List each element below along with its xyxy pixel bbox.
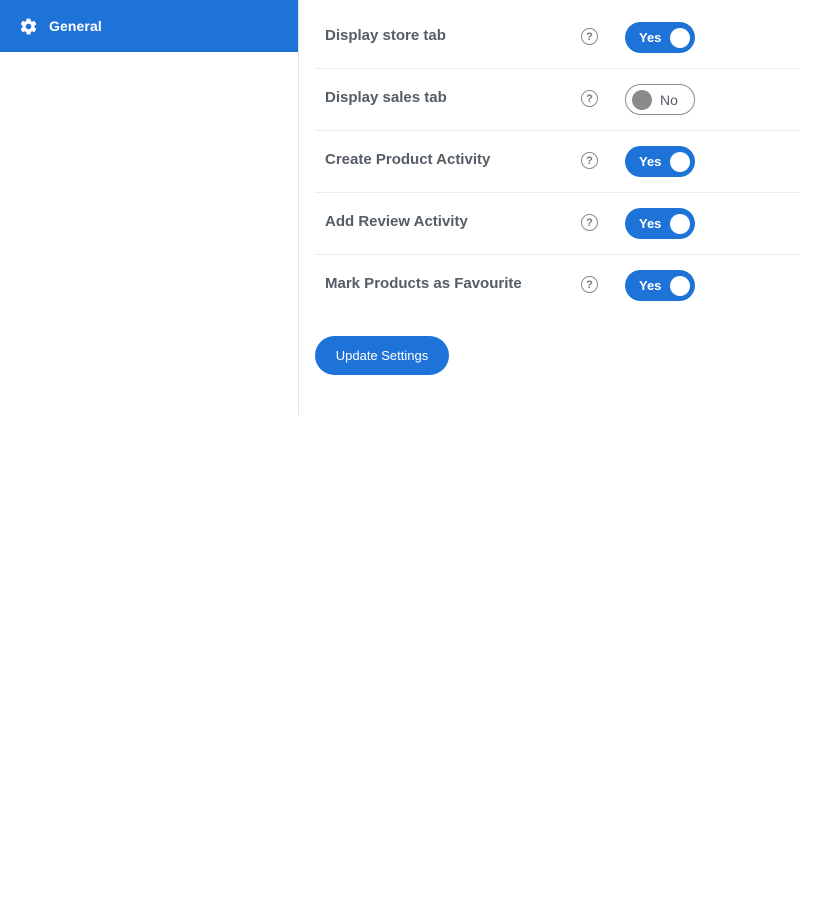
- toggle-knob: [670, 213, 690, 234]
- update-settings-button[interactable]: Update Settings: [315, 336, 449, 375]
- gear-icon: [19, 17, 38, 36]
- toggle-add-review-activity[interactable]: Yes: [625, 208, 695, 239]
- toggle-state-text: Yes: [639, 30, 662, 45]
- settings-panel: Display store tab ? Yes Display sales ta…: [315, 7, 800, 375]
- toggle-knob: [632, 90, 652, 110]
- setting-row-display-sales-tab: Display sales tab ? No: [315, 69, 800, 131]
- settings-page: General Display store tab ? Yes Display …: [0, 0, 818, 919]
- toggle-display-store-tab[interactable]: Yes: [625, 22, 695, 53]
- setting-label: Display sales tab: [325, 89, 447, 106]
- toggle-state-text: No: [660, 92, 678, 108]
- sidebar-item-general[interactable]: General: [0, 0, 298, 52]
- help-icon[interactable]: ?: [581, 152, 598, 169]
- setting-label: Display store tab: [325, 27, 446, 44]
- help-icon[interactable]: ?: [581, 28, 598, 45]
- toggle-state-text: Yes: [639, 278, 662, 293]
- toggle-create-product-activity[interactable]: Yes: [625, 146, 695, 177]
- toggle-knob: [670, 275, 690, 296]
- setting-row-mark-products-favourite: Mark Products as Favourite ? Yes: [315, 255, 800, 317]
- sidebar-item-label: General: [49, 18, 102, 34]
- setting-row-create-product-activity: Create Product Activity ? Yes: [315, 131, 800, 193]
- toggle-knob: [670, 27, 690, 48]
- help-icon[interactable]: ?: [581, 276, 598, 293]
- help-icon[interactable]: ?: [581, 90, 598, 107]
- setting-row-add-review-activity: Add Review Activity ? Yes: [315, 193, 800, 255]
- toggle-display-sales-tab[interactable]: No: [625, 84, 695, 115]
- setting-label: Mark Products as Favourite: [325, 275, 522, 292]
- toggle-mark-products-favourite[interactable]: Yes: [625, 270, 695, 301]
- toggle-state-text: Yes: [639, 154, 662, 169]
- setting-label: Create Product Activity: [325, 151, 491, 168]
- sidebar: General: [0, 0, 299, 415]
- help-icon[interactable]: ?: [581, 214, 598, 231]
- setting-row-display-store-tab: Display store tab ? Yes: [315, 7, 800, 69]
- toggle-knob: [670, 151, 690, 172]
- setting-label: Add Review Activity: [325, 213, 468, 230]
- toggle-state-text: Yes: [639, 216, 662, 231]
